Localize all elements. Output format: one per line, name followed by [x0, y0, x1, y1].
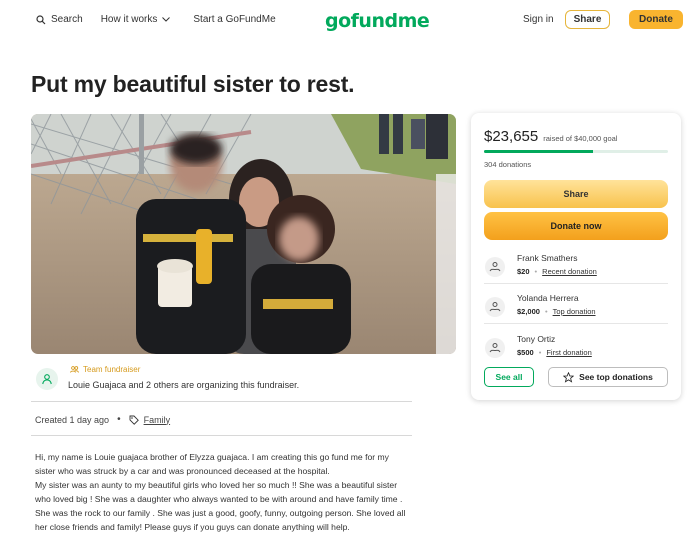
chevron-down-icon — [162, 17, 171, 22]
meta-separator: • — [117, 414, 121, 425]
donor-separator: • — [538, 348, 542, 357]
donor-item: Frank Smathers $20 • Recent donation — [484, 248, 668, 288]
donor-kind-link[interactable]: First donation — [546, 348, 591, 357]
donor-item: Yolanda Herrera $2,000 • Top donation — [484, 288, 668, 328]
donation-hand-icon — [489, 262, 501, 272]
sign-in-link[interactable]: Sign in — [523, 14, 554, 25]
gofundme-logo[interactable]: gofundme — [325, 10, 430, 32]
campaign-meta: Created 1 day ago • Family — [35, 414, 170, 425]
organizers-text: Louie Guajaca and 2 others are organizin… — [68, 380, 300, 390]
donation-hand-icon — [489, 302, 501, 312]
see-top-donations-label: See top donations — [579, 372, 653, 382]
raised-amount: $23,655 — [484, 128, 539, 145]
progress-fill — [484, 150, 593, 153]
donor-avatar — [485, 338, 505, 358]
donor-kind-link[interactable]: Recent donation — [542, 267, 597, 276]
campaign-photo — [31, 114, 456, 354]
donor-name: Frank Smathers — [517, 253, 578, 263]
campaign-title: Put my beautiful sister to rest. — [31, 71, 355, 97]
donor-details: $500 • First donation — [517, 348, 592, 357]
search-icon — [36, 14, 46, 24]
donor-amount: $2,000 — [517, 307, 540, 316]
how-it-works-menu[interactable]: How it works — [101, 14, 176, 25]
people-icon — [70, 366, 79, 373]
donor-amount: $20 — [517, 267, 530, 276]
donor-kind-link[interactable]: Top donation — [553, 307, 596, 316]
team-fundraiser-label: Team fundraiser — [70, 365, 140, 374]
see-all-button[interactable]: See all — [484, 367, 534, 387]
nav-left: Search How it works Start a GoFundMe — [36, 14, 294, 25]
how-it-works-label: How it works — [100, 14, 158, 25]
donor-avatar — [485, 257, 505, 277]
donation-card: $23,655 raised of $40,000 goal 304 donat… — [471, 113, 681, 400]
top-nav: Search How it works Start a GoFundMe gof… — [0, 0, 700, 40]
tag-icon — [129, 415, 139, 425]
search-label: Search — [51, 14, 83, 25]
category-link[interactable]: Family — [144, 415, 171, 425]
donor-separator: • — [534, 267, 538, 276]
donor-name: Yolanda Herrera — [517, 293, 579, 303]
donor-item: Tony Ortiz $500 • First donation — [484, 329, 668, 369]
see-top-donations-button[interactable]: See top donations — [548, 367, 668, 387]
donations-count: 304 donations — [484, 160, 532, 169]
start-gofundme-label: Start a GoFundMe — [193, 14, 276, 25]
campaign-story: Hi, my name is Louie guajaca brother of … — [35, 452, 406, 532]
goal-text: raised of $40,000 goal — [543, 134, 618, 143]
raised-summary: $23,655 raised of $40,000 goal — [484, 128, 617, 145]
share-button[interactable]: Share — [484, 180, 668, 208]
header-share-button[interactable]: Share — [565, 10, 610, 29]
organizer-avatar — [36, 368, 58, 390]
search-link[interactable]: Search — [36, 14, 83, 25]
progress-bar — [484, 150, 668, 153]
donor-name: Tony Ortiz — [517, 334, 556, 344]
donation-hand-icon — [489, 343, 501, 353]
donor-divider — [484, 323, 668, 324]
donor-avatar — [485, 297, 505, 317]
created-text: Created 1 day ago — [35, 414, 110, 425]
team-fundraiser-text: Team fundraiser — [83, 365, 141, 374]
divider-bottom — [31, 435, 412, 436]
team-icon — [42, 374, 52, 385]
header-donate-button[interactable]: Donate — [629, 10, 683, 29]
donor-details: $20 • Recent donation — [517, 267, 597, 276]
category-tag[interactable]: Family — [129, 415, 171, 425]
start-gofundme-link[interactable]: Start a GoFundMe — [193, 14, 275, 25]
donor-divider — [484, 283, 668, 284]
donor-amount: $500 — [517, 348, 534, 357]
donor-separator: • — [544, 307, 548, 316]
donor-details: $2,000 • Top donation — [517, 307, 596, 316]
divider-top — [31, 401, 412, 402]
donate-now-button[interactable]: Donate now — [484, 212, 668, 240]
star-icon — [563, 371, 575, 383]
